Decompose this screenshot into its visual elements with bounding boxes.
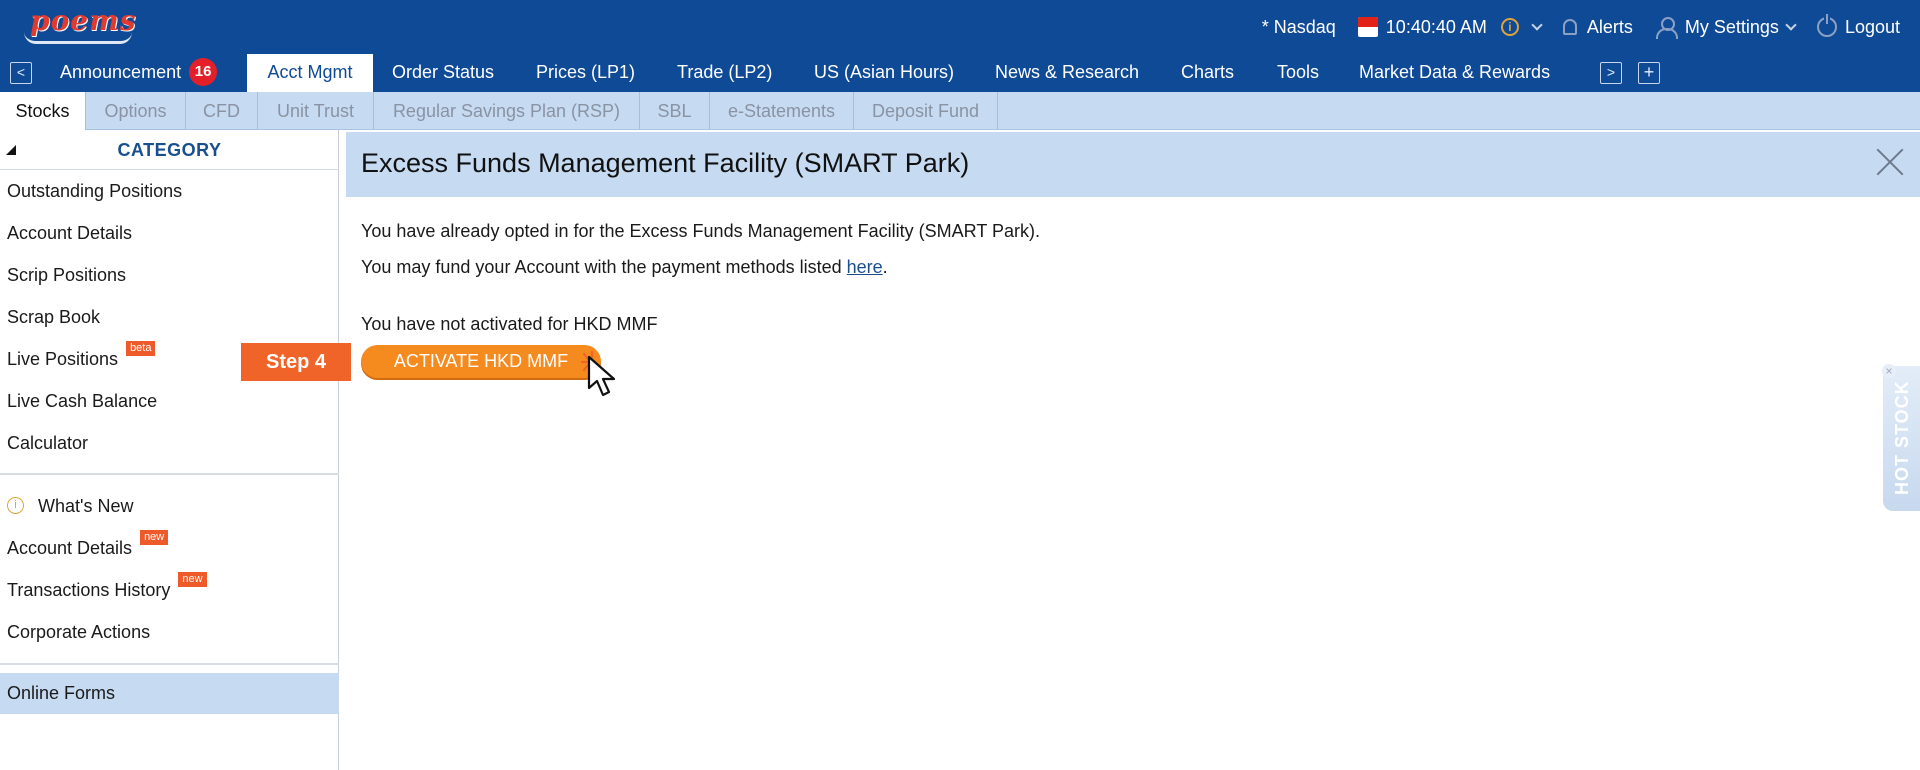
clock-time: 10:40:40 AM (1385, 16, 1487, 37)
new-tag: new (140, 530, 169, 545)
chevron-down-icon (1785, 18, 1797, 31)
sidebar-item-outstanding-positions[interactable]: Outstanding Positions (7, 181, 182, 202)
chevron-down-icon[interactable] (1531, 18, 1543, 31)
hot-stock-close-icon[interactable]: × (1882, 364, 1896, 378)
category-title: CATEGORY (117, 140, 222, 160)
top-right-tools: * Nasdaq 10:40:40 AM i Alerts My Setting… (1262, 0, 1920, 54)
tab-prices-lp1[interactable]: Prices (LP1) (536, 54, 635, 92)
tab-tools[interactable]: Tools (1277, 54, 1319, 92)
subtab-cfd[interactable]: CFD (186, 92, 258, 130)
subtab-sbl[interactable]: SBL (640, 92, 710, 130)
nav-scroll-right-icon[interactable]: > (1600, 62, 1622, 84)
sidebar-item-account-details-new[interactable]: Account Details new (7, 530, 169, 559)
panel-header: Excess Funds Management Facility (SMART … (346, 132, 1920, 197)
sidebar-item-live-cash-balance[interactable]: Live Cash Balance (7, 391, 157, 412)
tab-trade-lp2[interactable]: Trade (LP2) (677, 54, 772, 92)
subtab-e-statements[interactable]: e-Statements (710, 92, 854, 130)
beta-tag: beta (126, 341, 156, 356)
tab-label: Announcement (60, 62, 182, 82)
sidebar-item-label: Online Forms (7, 683, 116, 703)
sidebar-item-label: Transactions History (7, 580, 171, 600)
my-settings-label: My Settings (1684, 16, 1779, 37)
alerts-label: Alerts (1586, 16, 1633, 37)
fund-account-message: You may fund your Account with the payme… (361, 257, 888, 278)
tab-market-data-rewards[interactable]: Market Data & Rewards (1359, 54, 1550, 92)
sidebar-item-whats-new[interactable]: i What's New (7, 496, 133, 517)
subtab-deposit-fund[interactable]: Deposit Fund (854, 92, 998, 130)
category-sidebar: CATEGORY Outstanding Positions Account D… (0, 130, 339, 770)
sidebar-item-online-forms[interactable]: Online Forms (0, 673, 339, 714)
subtab-unit-trust[interactable]: Unit Trust (258, 92, 374, 130)
clock: 10:40:40 AM i (1357, 16, 1543, 38)
bell-icon (1562, 19, 1577, 35)
singapore-flag-icon (1357, 17, 1378, 37)
tab-charts[interactable]: Charts (1181, 54, 1234, 92)
sub-nav: Stocks Options CFD Unit Trust Regular Sa… (0, 92, 1920, 130)
tab-label: Acct Mgmt (267, 62, 353, 82)
fund-account-period: . (882, 257, 888, 277)
category-header[interactable]: CATEGORY (0, 130, 338, 170)
tab-news-research[interactable]: News & Research (995, 54, 1139, 92)
opted-in-message: You have already opted in for the Excess… (361, 221, 1040, 241)
subtab-options[interactable]: Options (86, 92, 186, 130)
logout-label: Logout (1844, 16, 1900, 37)
hot-stock-label: HOT STOCK (1892, 380, 1912, 495)
nav-scroll-left-icon[interactable]: < (10, 62, 32, 84)
sidebar-item-scrip-positions[interactable]: Scrip Positions (7, 265, 126, 286)
sidebar-item-live-positions[interactable]: Live Positions beta (7, 341, 156, 370)
sidebar-divider (0, 663, 339, 665)
sidebar-item-label: Account Details (7, 538, 133, 558)
subtab-rsp[interactable]: Regular Savings Plan (RSP) (374, 92, 640, 130)
mouse-pointer-icon (587, 355, 616, 397)
sidebar-item-corporate-actions[interactable]: Corporate Actions (7, 622, 150, 643)
sidebar-item-label: What's New (38, 496, 134, 516)
sidebar-item-scrap-book[interactable]: Scrap Book (7, 307, 100, 328)
activate-hkd-mmf-button[interactable]: ACTIVATE HKD MMF (361, 345, 601, 378)
top-bar: poems * Nasdaq 10:40:40 AM i Alerts My S… (0, 0, 1920, 54)
logo-swoosh (24, 32, 132, 44)
user-icon (1655, 16, 1678, 39)
power-icon (1816, 14, 1837, 37)
market-indicator[interactable]: * Nasdaq (1262, 17, 1336, 38)
poems-logo[interactable]: poems (18, 2, 136, 46)
here-link[interactable]: here (847, 257, 883, 277)
not-activated-message: You have not activated for HKD MMF (361, 314, 658, 334)
add-tab-icon[interactable]: + (1638, 62, 1660, 84)
info-icon[interactable]: i (1500, 18, 1519, 36)
announcement-count-badge: 16 (189, 57, 218, 86)
info-icon: i (7, 497, 24, 515)
tab-us-asian-hours[interactable]: US (Asian Hours) (814, 54, 954, 92)
tab-announcement[interactable]: Announcement 16 (60, 54, 218, 92)
page-title: Excess Funds Management Facility (SMART … (361, 148, 970, 178)
step-4-callout: Step 4 (241, 343, 351, 381)
alerts-button[interactable]: Alerts (1562, 16, 1633, 38)
tab-acct-mgmt[interactable]: Acct Mgmt (247, 54, 373, 92)
fund-account-text: You may fund your Account with the payme… (361, 257, 847, 277)
sidebar-item-transactions-history[interactable]: Transactions History new (7, 572, 207, 601)
sidebar-item-calculator[interactable]: Calculator (7, 433, 88, 454)
close-icon[interactable] (1874, 146, 1906, 178)
sidebar-item-account-details[interactable]: Account Details (7, 223, 132, 244)
subtab-stocks[interactable]: Stocks (0, 92, 86, 130)
my-settings-button[interactable]: My Settings (1655, 16, 1797, 39)
tab-order-status[interactable]: Order Status (392, 54, 494, 92)
main-nav: < Announcement 16 Acct Mgmt Order Status … (0, 54, 1920, 92)
sidebar-item-label: Live Positions (7, 349, 119, 369)
logout-button[interactable]: Logout (1816, 14, 1900, 38)
new-tag: new (178, 572, 207, 587)
sidebar-divider (0, 473, 339, 475)
